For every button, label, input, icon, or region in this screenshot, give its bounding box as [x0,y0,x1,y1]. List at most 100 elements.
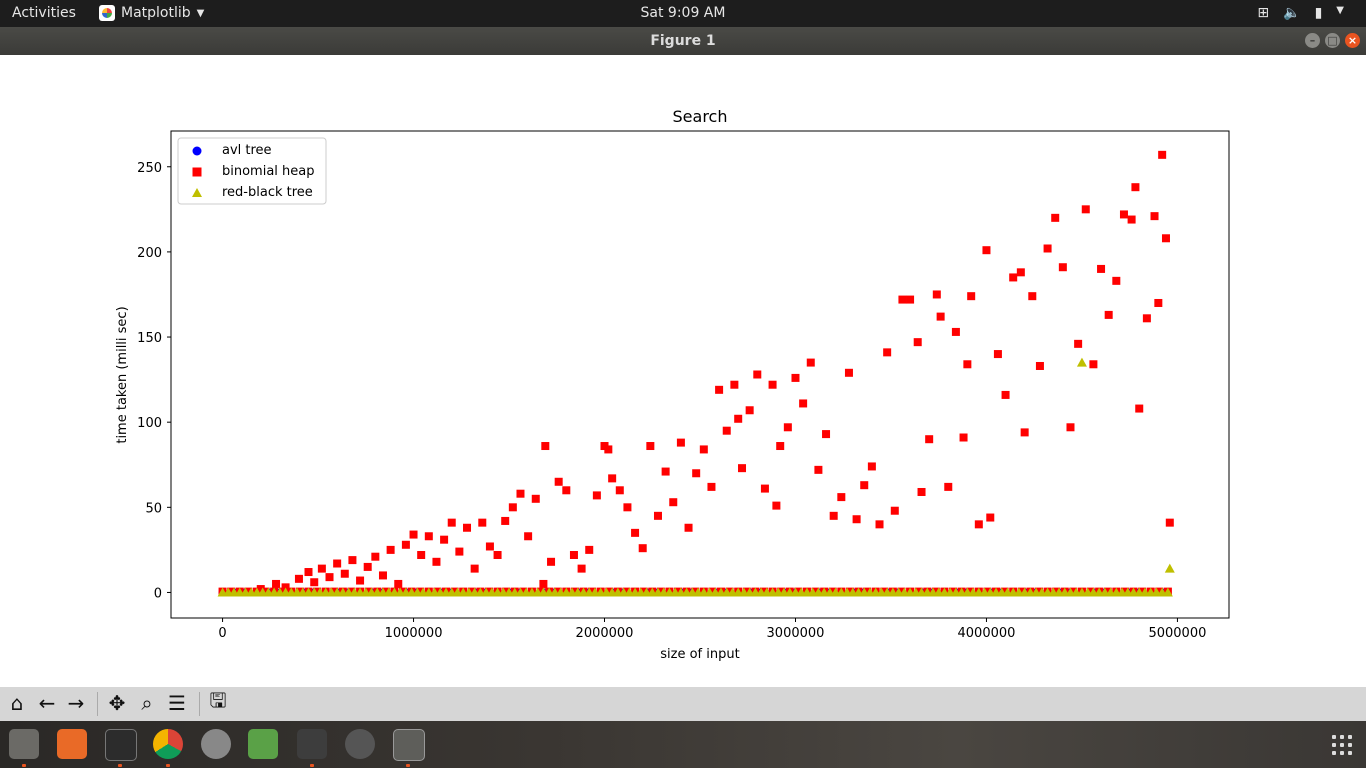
data-point-heap [363,562,372,571]
data-point-heap [1066,423,1075,432]
data-point-heap [852,515,861,524]
data-point-heap [722,426,731,435]
data-point-heap [1001,390,1010,399]
data-point-heap [562,486,571,495]
data-point-heap [1161,234,1170,243]
chrome-icon[interactable] [153,729,183,759]
data-point-heap [1009,273,1018,282]
data-point-heap [371,552,380,561]
data-point-heap [738,464,747,473]
y-tick-label: 0 [154,586,162,601]
data-point-heap [890,506,899,515]
data-point-heap [1081,205,1090,214]
data-point-heap [1016,268,1025,277]
data-point-heap [661,467,670,476]
close-button[interactable]: × [1345,33,1360,48]
data-point-heap [294,574,303,583]
arrow-right-icon[interactable]: → [63,690,89,716]
data-point-heap [516,489,525,498]
x-tick-label: 3000000 [767,626,825,641]
battery-icon[interactable]: ▮ [1315,5,1323,21]
data-point-heap [1058,263,1067,272]
data-point-heap [669,498,678,507]
matplotlib-icon[interactable] [393,729,425,761]
chevron-down-icon: ▼ [196,7,205,19]
figure-canvas[interactable]: Search 0 1000000 2000000 3000000 4000000 5000… [0,55,1366,687]
files-icon[interactable] [9,729,39,759]
data-point-heap [898,295,907,304]
data-point-heap [623,503,632,512]
window-title: Figure 1 [650,33,716,49]
data-point-heap [692,469,701,478]
data-point-heap [860,481,869,490]
arrow-left-icon[interactable]: ← [34,690,60,716]
data-point-heap [986,513,995,522]
data-point-heap [569,550,578,559]
terminal-icon[interactable] [105,729,137,761]
data-point-heap [478,518,487,527]
save-icon[interactable]: 🖫 [205,688,231,716]
activities-button[interactable]: Activities [12,5,76,21]
data-point-heap [1104,310,1113,319]
network-app-icon[interactable] [345,729,375,759]
x-tick-label: 2000000 [576,626,634,641]
data-point-heap [1165,518,1174,527]
data-point-heap [982,246,991,255]
x-tick-label: 0 [218,626,226,641]
data-point-heap [539,579,548,588]
data-point-heap [1097,264,1106,273]
data-point-heap [967,292,976,301]
top-panel: Activities Matplotlib ▼ Sat 9:09 AM ⊞ 🔈 … [0,0,1366,27]
show-applications-icon[interactable] [1332,735,1352,755]
sublime-text-icon[interactable] [297,729,327,759]
minimize-button[interactable]: – [1305,33,1320,48]
volume-icon[interactable]: 🔈 [1283,5,1300,21]
data-point-heap [638,544,647,553]
chevron-down-icon[interactable]: ▼ [1336,5,1344,21]
data-point-heap [577,564,586,573]
app-menu-label: Matplotlib [121,5,191,21]
data-point-heap [963,360,972,369]
data-point-heap [653,511,662,520]
network-icon[interactable]: ⊞ [1257,5,1269,21]
data-point-heap [1035,361,1044,370]
data-point-heap [1158,150,1167,159]
home-icon[interactable]: ⌂ [4,690,30,716]
data-point-heap [547,557,556,566]
data-point-heap [447,518,456,527]
legend-label-heap: binomial heap [222,164,315,179]
data-point-heap [493,550,502,559]
clock[interactable]: Sat 9:09 AM [0,5,1366,21]
maximize-button[interactable]: □ [1325,33,1340,48]
data-point-heap [470,564,479,573]
data-point-heap [340,569,349,578]
data-point-heap [1112,276,1121,285]
x-tick-label: 4000000 [958,626,1016,641]
settings-icon[interactable] [201,729,231,759]
data-point-heap [485,542,494,551]
data-point-heap [753,370,762,379]
data-point-heap [304,568,313,577]
sliders-icon[interactable]: ☰ [164,690,190,716]
data-point-heap [440,535,449,544]
data-point-heap [1150,212,1159,221]
data-point-heap [409,530,418,539]
data-point-heap [799,399,808,408]
window-titlebar[interactable]: Figure 1 – □ × [0,27,1366,55]
data-point-heap [604,445,613,454]
matplotlib-icon [99,5,115,21]
software-center-icon[interactable] [57,729,87,759]
zoom-icon[interactable]: ⌕ [134,690,160,716]
move-icon[interactable]: ✥ [104,690,130,716]
data-point-heap [974,520,983,529]
y-tick-label: 50 [145,501,162,516]
data-point-heap [1028,292,1037,301]
data-point-heap [1131,183,1140,192]
system-tray[interactable]: ⊞ 🔈 ▮ ▼ [1257,5,1344,21]
data-point-heap [772,501,781,510]
app-menu[interactable]: Matplotlib ▼ [99,5,204,21]
data-point-heap [541,442,550,451]
image-viewer-icon[interactable] [248,729,278,759]
x-tick-label: 1000000 [385,626,443,641]
data-point-heap [814,465,823,474]
